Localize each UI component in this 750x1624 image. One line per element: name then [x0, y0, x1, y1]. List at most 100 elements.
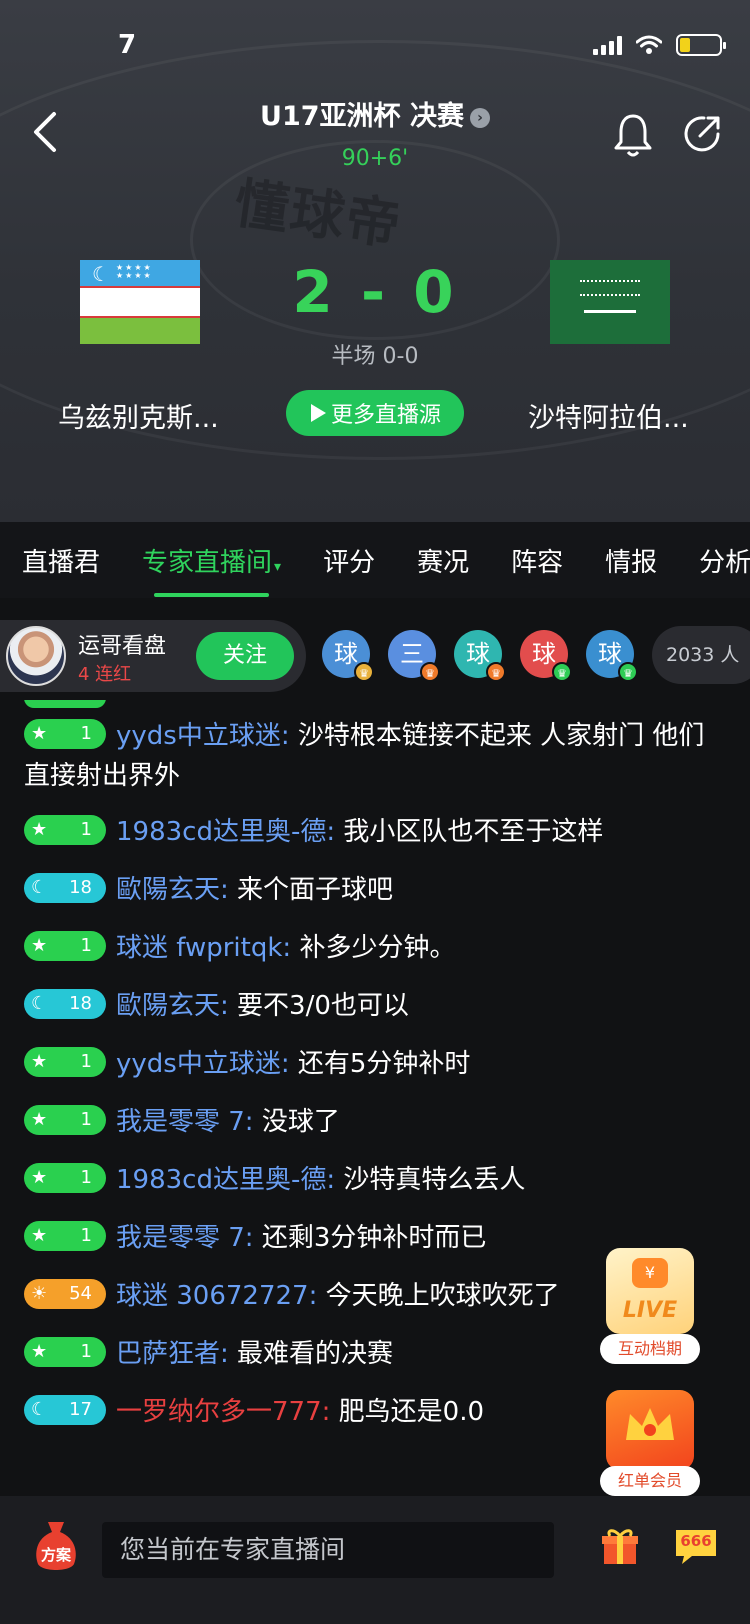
live-schedule-button[interactable]: ¥ LIVE 互动档期: [600, 1248, 700, 1372]
crown-badge-icon: ♛: [354, 662, 374, 682]
chat-message[interactable]: ★ 1 yyds中立球迷: 沙特根本链接不起来 人家射门 他们直接射出界外: [24, 716, 724, 796]
chat-text: 肥鸟还是0.0: [338, 1397, 485, 1427]
play-icon: [310, 404, 326, 422]
chat-username[interactable]: yyds中立球迷:: [116, 721, 290, 751]
star-icon: ★: [31, 1224, 48, 1246]
red-vip-button[interactable]: 红单会员: [600, 1390, 700, 1496]
level-number: 54: [69, 1282, 92, 1304]
level-number: 1: [80, 1108, 92, 1130]
star-icon: ★: [31, 722, 48, 744]
chat-username[interactable]: 1983cd达里奥-德:: [116, 1165, 335, 1195]
level-badge: ☾ 18: [24, 872, 106, 903]
tab-expert-live[interactable]: 专家直播间 ▾: [142, 542, 282, 597]
viewer-avatar-label: 球: [466, 640, 490, 668]
chat-message[interactable]: ★ 1 yyds中立球迷: 还有5分钟补时: [24, 1044, 724, 1084]
level-number: 1: [80, 818, 92, 840]
chat-username[interactable]: 我是零零 7:: [116, 1107, 254, 1137]
gift-icon: [602, 1529, 638, 1564]
vip-badge: [606, 1390, 694, 1470]
viewer-avatar[interactable]: 球 ♛: [586, 630, 638, 682]
live-text: LIVE: [622, 1298, 678, 1323]
gift-button[interactable]: [600, 1526, 640, 1566]
battery-icon: [676, 34, 726, 56]
tab-live-host[interactable]: 直播君: [22, 542, 100, 579]
tab-analysis[interactable]: 分析: [699, 542, 750, 579]
follow-button[interactable]: 关注: [196, 632, 294, 680]
level-number: 1: [80, 722, 92, 744]
quick-chat-badge: 666: [680, 1532, 712, 1550]
chat-username[interactable]: 我是零零 7:: [116, 1223, 254, 1253]
level-badge: ☾ 18: [24, 988, 106, 1019]
tab-intel[interactable]: 情报: [605, 542, 657, 579]
partial-message: [24, 700, 106, 708]
level-badge: ★ 1: [24, 1046, 106, 1077]
viewer-count[interactable]: 2033 人: [652, 626, 750, 684]
expert-row: 运哥看盘 4 连红 关注 球 ♛ 三 ♛ 球 ♛ 球 ♛ 球 ♛ 2033 人: [0, 612, 750, 698]
match-score: 2 - 0: [292, 258, 458, 326]
away-team-name[interactable]: 沙特阿拉伯...: [528, 396, 689, 435]
caret-down-icon: ▾: [274, 558, 282, 575]
chat-username[interactable]: 1983cd达里奥-德:: [116, 817, 335, 847]
chat-text: 来个面子球吧: [237, 875, 394, 905]
crown-badge-icon: ♛: [420, 662, 440, 682]
viewer-avatar[interactable]: 三 ♛: [388, 630, 440, 682]
level-badge: ★ 1: [24, 814, 106, 845]
viewer-avatar-label: 球: [334, 640, 358, 668]
chat-message[interactable]: ★ 1 我是零零 7: 没球了: [24, 1102, 724, 1142]
chat-username[interactable]: yyds中立球迷:: [116, 1049, 290, 1079]
share-button[interactable]: [682, 112, 724, 154]
chat-text: 没球了: [261, 1107, 340, 1137]
viewer-avatar-label: 三: [400, 640, 424, 668]
expert-avatar[interactable]: [6, 626, 66, 686]
chat-text: 沙特真特么丢人: [343, 1165, 526, 1195]
chat-message[interactable]: ☾ 18 歐陽玄天: 来个面子球吧: [24, 870, 724, 910]
star-icon: ★: [31, 1050, 48, 1072]
tab-rating[interactable]: 评分: [323, 542, 375, 579]
chat-username[interactable]: 歐陽玄天:: [116, 991, 229, 1021]
status-icons: [593, 34, 726, 56]
chat-username[interactable]: 巴萨狂者:: [116, 1339, 229, 1369]
tab-lineup[interactable]: 阵容: [511, 542, 563, 579]
plan-button[interactable]: 方案: [30, 1518, 82, 1574]
chat-text: 补多少分钟。: [299, 933, 456, 963]
chat-username[interactable]: 球迷 30672727:: [116, 1281, 317, 1311]
chat-input[interactable]: 您当前在专家直播间: [102, 1522, 554, 1578]
chat-message[interactable]: ★ 1 球迷 fwpritqk: 补多少分钟。: [24, 928, 724, 968]
level-number: 1: [80, 934, 92, 956]
level-badge: ★ 1: [24, 1162, 106, 1193]
viewer-avatar-label: 球: [598, 640, 622, 668]
chat-text: 要不3/0也可以: [237, 991, 409, 1021]
level-number: 18: [69, 992, 92, 1014]
level-badge: ☀ 54: [24, 1278, 106, 1309]
viewer-avatar-label: 球: [532, 640, 556, 668]
tab-expert-live-label: 专家直播间: [142, 547, 273, 578]
chat-username[interactable]: 球迷 fwpritqk:: [116, 933, 291, 963]
star-icon: ★: [31, 1340, 48, 1362]
chevron-right-icon: ›: [469, 107, 490, 128]
home-team-name[interactable]: 乌兹别克斯...: [58, 396, 219, 435]
viewer-avatar[interactable]: 球 ♛: [322, 630, 374, 682]
chat-username[interactable]: 一罗纳尔多一777:: [116, 1397, 330, 1427]
chat-message[interactable]: ★ 1 1983cd达里奥-德: 我小区队也不至于这样: [24, 812, 724, 852]
more-sources-button[interactable]: 更多直播源: [286, 390, 464, 436]
crown-badge-icon: ♛: [552, 662, 572, 682]
live-badge: ¥ LIVE: [606, 1248, 694, 1334]
chat-text: 我小区队也不至于这样: [343, 817, 604, 847]
star-icon: ★: [31, 1108, 48, 1130]
viewer-avatar[interactable]: 球 ♛: [520, 630, 572, 682]
signal-icon: [593, 35, 622, 55]
viewer-avatar[interactable]: 球 ♛: [454, 630, 506, 682]
tab-match-status[interactable]: 赛况: [417, 542, 469, 579]
star-icon: ★: [31, 1166, 48, 1188]
red-vip-label: 红单会员: [600, 1466, 700, 1496]
chat-message[interactable]: ☾ 18 歐陽玄天: 要不3/0也可以: [24, 986, 724, 1026]
expert-card[interactable]: 运哥看盘 4 连红 关注: [0, 620, 306, 692]
status-bar: 7: [0, 0, 750, 90]
crown-badge-icon: ♛: [618, 662, 638, 682]
share-icon: [684, 116, 720, 152]
quick-chat-button[interactable]: 666: [672, 1526, 720, 1566]
chat-text: 今天晚上吹球吹死了: [325, 1281, 560, 1311]
notification-button[interactable]: [612, 112, 654, 158]
chat-username[interactable]: 歐陽玄天:: [116, 875, 229, 905]
chat-message[interactable]: ★ 1 1983cd达里奥-德: 沙特真特么丢人: [24, 1160, 724, 1200]
